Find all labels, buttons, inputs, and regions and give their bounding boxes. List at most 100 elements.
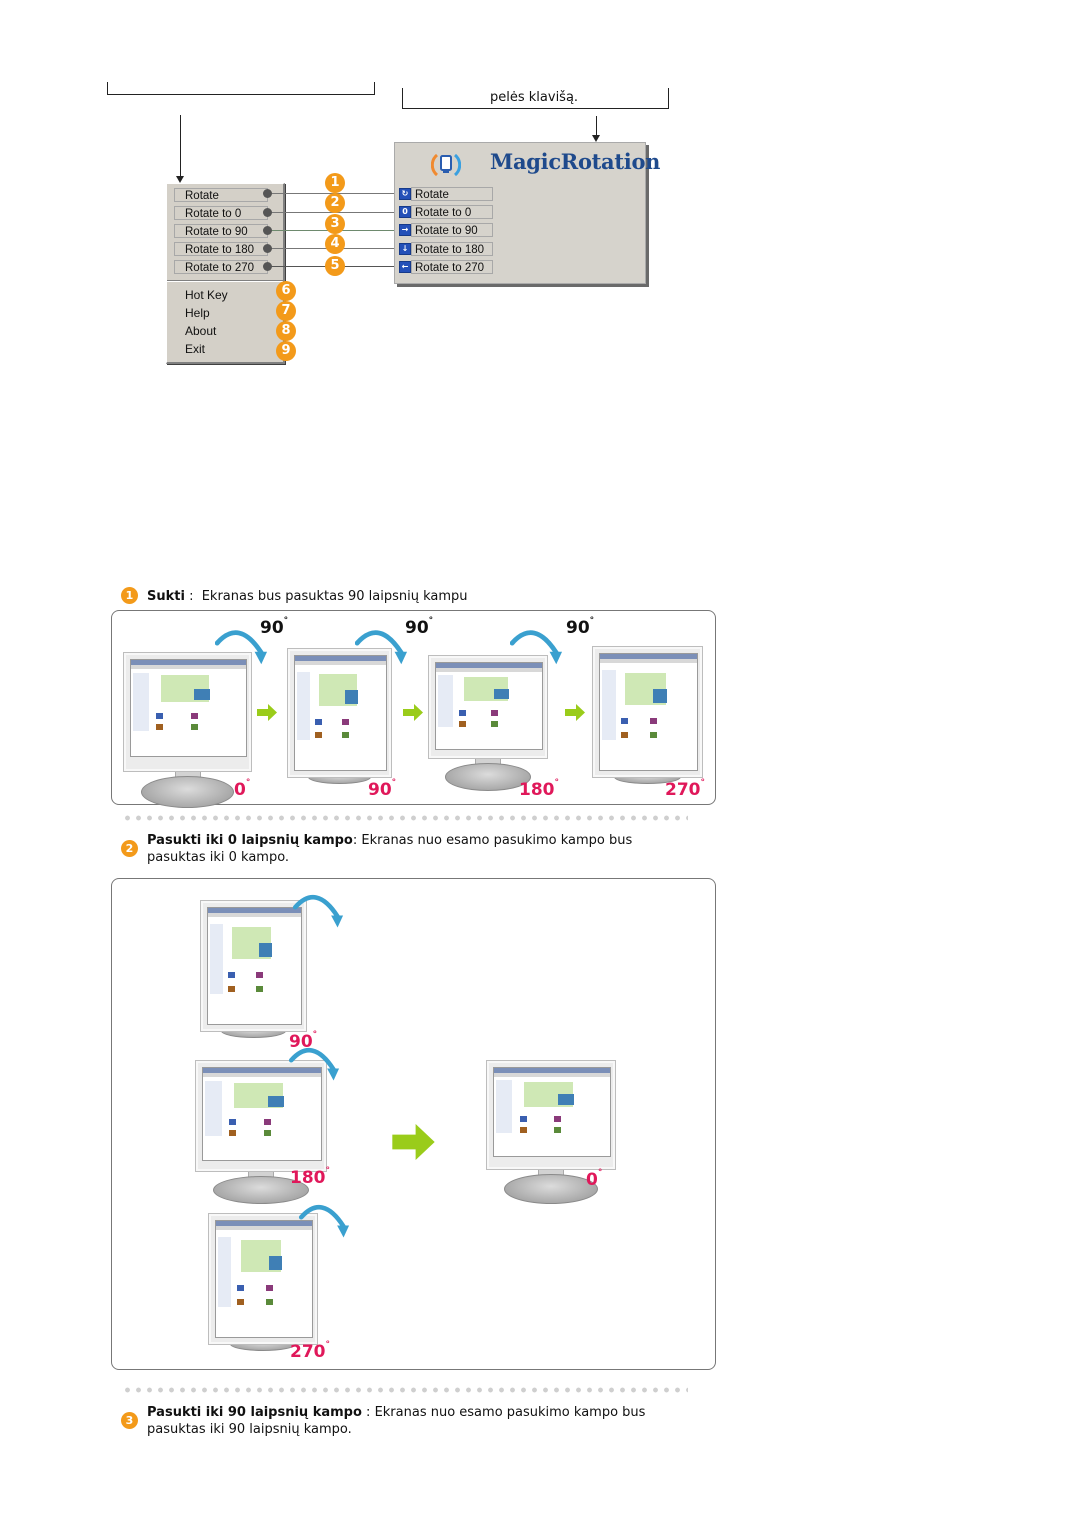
callout-arrow-left [180,115,181,177]
section-2-heading: Pasukti iki 0 laipsnių kampo: Ekranas nu… [147,833,633,865]
screen-banner-image [259,942,273,957]
menu-hot-key[interactable]: Hot Key [185,288,228,302]
mr-rotate-button[interactable]: Rotate [411,187,493,201]
monitor-bezel [428,655,548,759]
screen-thumbnail [237,1298,245,1305]
monitor-bezel [486,1060,616,1170]
degree-symbol: ° [245,778,251,788]
screen-thumbnail [519,1116,527,1123]
mr-rotate-to-270-button[interactable]: Rotate to 270 [411,260,493,274]
rotation-arc-icon [292,895,344,928]
monitor-stand-base [140,776,235,808]
screen-thumbnail [621,717,629,724]
screen-banner-image [653,688,667,703]
screen-thumbnail [650,717,658,724]
connector-dot [263,244,272,253]
menu-about[interactable]: About [185,324,216,338]
degree-symbol: ° [589,616,595,626]
degree-value: 0 [586,1170,598,1190]
degree-symbol: ° [283,616,289,626]
screen-thumbnail [342,732,350,739]
section-1-text: Ekranas bus pasuktas 90 laipsnių kampu [201,589,468,604]
screen-thumbnail [256,971,264,978]
screen-thumbnail [228,971,236,978]
degree-symbol: ° [325,1340,331,1350]
menu-rotate-to-90[interactable]: Rotate to 90 [174,224,268,238]
screen-thumbnail [228,985,236,992]
callout-arrow-right [596,116,597,136]
step-degree-label: 90° [405,616,433,638]
menu-help[interactable]: Help [185,306,210,320]
screen-sidebar [438,675,453,727]
screen-thumbnail [156,724,164,731]
screen-thumbnail [265,1298,273,1305]
section-2-continuation: pasuktas iki 0 kampo. [147,850,290,865]
rotation-arc-icon [298,1205,350,1238]
screen-sidebar [205,1080,222,1137]
screen-sidebar [496,1080,513,1134]
arrow-head-right-icon [592,135,600,142]
screen-banner-image [267,1095,285,1107]
screen-thumbnail [491,710,499,717]
mr-rotate-to-180-button[interactable]: Rotate to 180 [411,242,493,256]
menu-rotate-to-270[interactable]: Rotate to 270 [174,260,268,274]
section-2-title: Pasukti iki 0 laipsnių kampo [147,833,353,848]
menu-rotate[interactable]: Rotate [174,188,268,202]
screen-thumbnail [459,710,467,717]
section-badge-2: 2 [121,840,138,857]
section-3-heading: Pasukti iki 90 laipsnių kampo : Ekranas … [147,1405,646,1437]
screen-banner-image [268,1255,283,1270]
screen-thumbnail [228,1129,236,1136]
rotation-arc-icon [510,630,563,665]
monitor-screen [130,659,247,757]
degree-value: 270 [665,780,701,800]
menu-separator [167,280,283,282]
rotate-270-icon: ← [399,261,411,273]
source-monitor-90-deg [200,900,307,1038]
callout-bracket-left [107,82,375,95]
screen-sidebar [210,924,224,994]
step-degree-label: 90° [260,616,289,638]
monitor-degree-label: 90° [368,778,396,800]
mr-rotate-to-0-button[interactable]: Rotate to 0 [411,205,493,219]
monitor-180-deg [428,655,548,791]
screen-thumbnail [256,985,264,992]
menu-rotate-to-0[interactable]: Rotate to 0 [174,206,268,220]
next-arrow-icon [565,704,585,721]
screen-thumbnail [190,712,198,719]
screen-banner-image [557,1094,575,1105]
monitor-stand-base [503,1174,599,1204]
screen-thumbnail [491,720,499,727]
degree-symbol: ° [554,778,560,788]
target-monitor-0-deg [486,1060,616,1204]
magic-rotation-window: MagicRotation Rotate Rotate to 0 Rotate … [394,142,660,284]
menu-exit[interactable]: Exit [185,342,205,356]
section-3-continuation: pasuktas iki 90 laipsnių kampo. [147,1422,352,1437]
section-badge-3: 3 [121,1412,138,1429]
menu-rotate-to-180[interactable]: Rotate to 180 [174,242,268,256]
screen-thumbnail [264,1118,272,1125]
degree-value: 90 [405,618,429,638]
mr-rotate-to-90-button[interactable]: Rotate to 90 [411,223,493,237]
screen-thumbnail [190,724,198,731]
degree-value: 90 [368,780,392,800]
degree-symbol: ° [597,1168,603,1178]
connector-dot [263,226,272,235]
screen-thumbnail [265,1284,273,1291]
source-degree-label: 270° [290,1340,331,1362]
degree-value: 180 [519,780,555,800]
section-1-heading: Sukti : Ekranas bus pasuktas 90 laipsnių… [147,589,468,604]
callout-text-right: pelės klavišą. [490,90,579,105]
monitor-degree-label: 270° [665,778,705,800]
degree-value: 0 [234,780,246,800]
number-badge-7: 7 [276,301,296,321]
number-badge-8: 8 [276,321,296,341]
screen-sidebar [133,673,150,732]
screen-thumbnail [156,712,164,719]
screen-sidebar [218,1237,232,1307]
number-badge-5: 5 [325,256,345,276]
transition-arrow-icon [392,1124,435,1160]
screen-thumbnail [554,1126,562,1133]
screen-thumbnail [519,1126,527,1133]
screen-toolbar [600,659,697,663]
